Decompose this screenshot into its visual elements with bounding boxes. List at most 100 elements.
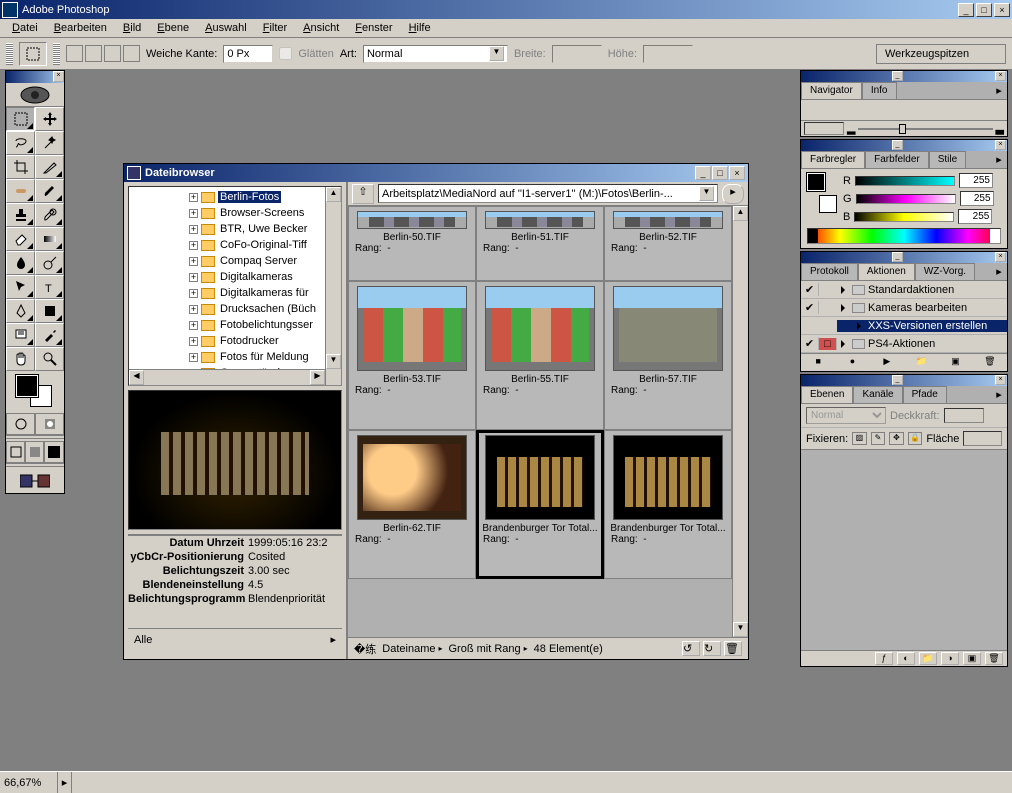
selection-intersect-button[interactable] <box>123 45 140 62</box>
tree-item[interactable]: +Fotobelichtungsser <box>189 317 341 333</box>
stamp-tool[interactable] <box>6 203 35 227</box>
scroll-up-button[interactable]: ▲ <box>326 187 341 202</box>
screen-full-button[interactable] <box>44 441 64 463</box>
thumbnail-cell[interactable]: Berlin-52.TIFRang: - <box>604 206 732 281</box>
tab-channels[interactable]: Kanäle <box>853 386 902 403</box>
selection-subtract-button[interactable] <box>104 45 121 62</box>
fb-maximize-button[interactable]: □ <box>712 166 728 180</box>
scroll-right-button[interactable]: ▶ <box>310 370 325 385</box>
toggle-checkbox[interactable]: ✔ <box>801 283 819 296</box>
toggle-checkbox[interactable]: ✔ <box>801 301 819 314</box>
panel-close-button[interactable]: × <box>995 71 1006 81</box>
fb-close-button[interactable]: × <box>729 166 745 180</box>
marquee-tool[interactable] <box>6 107 35 131</box>
layer-mask-button[interactable]: ◐ <box>897 652 915 665</box>
thumbnail-cell[interactable]: Berlin-62.TIFRang: - <box>348 430 476 579</box>
dodge-tool[interactable] <box>35 251 64 275</box>
tree-item[interactable]: +Drucksachen (Büch <box>189 301 341 317</box>
slice-tool[interactable] <box>35 155 64 179</box>
tab-actions[interactable]: Aktionen <box>858 263 915 280</box>
thumbnail-cell[interactable]: Berlin-55.TIFRang: - <box>476 281 604 430</box>
layer-fx-button[interactable]: ƒ <box>875 652 893 665</box>
b-slider[interactable] <box>854 212 954 222</box>
minimize-button[interactable]: _ <box>958 3 974 17</box>
tree-hscrollbar[interactable]: ◀ ▶ <box>129 369 325 385</box>
tab-layers[interactable]: Ebenen <box>801 386 853 403</box>
color-swatch[interactable] <box>807 173 837 213</box>
expand-icon[interactable]: + <box>189 225 198 234</box>
zoom-slider[interactable] <box>858 128 992 130</box>
rotate-ccw-button[interactable]: ↺ <box>682 641 700 656</box>
color-ramp[interactable] <box>807 228 1001 244</box>
scroll-up-button[interactable]: ▲ <box>733 206 748 221</box>
new-set-button[interactable]: 📁 <box>912 356 930 370</box>
g-slider[interactable] <box>856 194 956 204</box>
b-input[interactable] <box>958 209 992 224</box>
brush-tool[interactable] <box>35 179 64 203</box>
tree-item[interactable]: +Berlin-Fotos <box>189 189 341 205</box>
tree-item[interactable]: +Compaq Server <box>189 253 341 269</box>
zoom-out-icon[interactable]: ▂ <box>847 122 855 135</box>
filter-dropdown[interactable]: Alle ▸ <box>128 628 342 650</box>
adjustment-layer-button[interactable]: ◑ <box>941 652 959 665</box>
zoom-in-icon[interactable]: ▃ <box>996 122 1004 135</box>
tab-tool-presets[interactable]: WZ-Vorg. <box>915 263 975 280</box>
expand-arrow-icon[interactable] <box>857 322 865 330</box>
color-picker[interactable] <box>6 371 64 413</box>
thumbnail-cell[interactable]: Berlin-51.TIFRang: - <box>476 206 604 281</box>
menu-select[interactable]: Auswahl <box>197 20 255 36</box>
menu-file[interactable]: Datei <box>4 20 46 36</box>
zoom-input[interactable] <box>804 122 844 135</box>
menu-layer[interactable]: Ebene <box>149 20 197 36</box>
tree-item[interactable]: +BTR, Uwe Becker <box>189 221 341 237</box>
menu-edit[interactable]: Bearbeiten <box>46 20 115 36</box>
crop-tool[interactable] <box>6 155 35 179</box>
heal-tool[interactable] <box>6 179 35 203</box>
expand-arrow-icon[interactable] <box>841 340 849 348</box>
panel-minimize-button[interactable]: _ <box>892 140 903 150</box>
folder-tree[interactable]: +Berlin-Fotos+Browser-Screens+BTR, Uwe B… <box>128 186 342 386</box>
r-input[interactable] <box>959 173 993 188</box>
file-browser-titlebar[interactable]: Dateibrowser _ □ × <box>124 164 748 182</box>
standard-mode-button[interactable] <box>6 413 35 435</box>
delete-layer-button[interactable]: 🗑 <box>985 652 1003 665</box>
quickmask-mode-button[interactable] <box>35 413 64 435</box>
maximize-button[interactable]: □ <box>976 3 992 17</box>
expand-icon[interactable]: + <box>189 273 198 282</box>
hand-tool[interactable] <box>6 347 35 371</box>
expand-icon[interactable]: + <box>189 193 198 202</box>
gradient-tool[interactable] <box>35 227 64 251</box>
panel-menu-button[interactable]: ▸ <box>991 386 1007 403</box>
trash-button[interactable]: 🗑 <box>724 641 742 656</box>
expand-icon[interactable]: + <box>189 353 198 362</box>
sort-by-dropdown[interactable]: Dateiname▸ <box>382 643 442 655</box>
tree-item[interactable]: +Digitalkameras für <box>189 285 341 301</box>
thumbnail-cell[interactable]: Brandenburger Tor Total...Rang: - <box>476 430 604 579</box>
panel-menu-button[interactable]: ▸ <box>991 263 1007 280</box>
tree-item[interactable]: +Digitalkameras <box>189 269 341 285</box>
pen-tool[interactable] <box>6 299 35 323</box>
navigator-view[interactable] <box>801 100 1007 120</box>
thumbnail-cell[interactable]: Berlin-50.TIFRang: - <box>348 206 476 281</box>
expand-arrow-icon[interactable] <box>841 286 849 294</box>
view-mode-dropdown[interactable]: Groß mit Rang▸ <box>449 643 528 655</box>
panel-menu-button[interactable]: ▸ <box>991 82 1007 99</box>
panel-close-button[interactable]: × <box>995 252 1006 262</box>
tab-history[interactable]: Protokoll <box>801 263 858 280</box>
lasso-tool[interactable] <box>6 131 35 155</box>
photoshop-logo-icon[interactable] <box>6 83 64 107</box>
expand-icon[interactable]: + <box>189 321 198 330</box>
panel-menu-button[interactable]: ▸ <box>991 151 1007 168</box>
palette-well[interactable]: Werkzeugspitzen <box>876 44 1006 64</box>
layer-set-button[interactable]: 📁 <box>919 652 937 665</box>
path-dropdown[interactable]: Arbeitsplatz\MediaNord auf ''I1-server1'… <box>378 184 718 203</box>
r-slider[interactable] <box>855 176 955 186</box>
tab-navigator[interactable]: Navigator <box>801 82 862 99</box>
thumbs-vscrollbar[interactable]: ▲ ▼ <box>732 206 748 637</box>
new-layer-button[interactable]: ▣ <box>963 652 981 665</box>
tree-item[interactable]: +CoFo-Original-Tiff <box>189 237 341 253</box>
panel-menu-button[interactable]: ▸ <box>722 184 744 204</box>
eraser-tool[interactable] <box>6 227 35 251</box>
style-select[interactable]: Normal ▼ <box>363 45 508 63</box>
panel-minimize-button[interactable]: _ <box>892 252 903 262</box>
